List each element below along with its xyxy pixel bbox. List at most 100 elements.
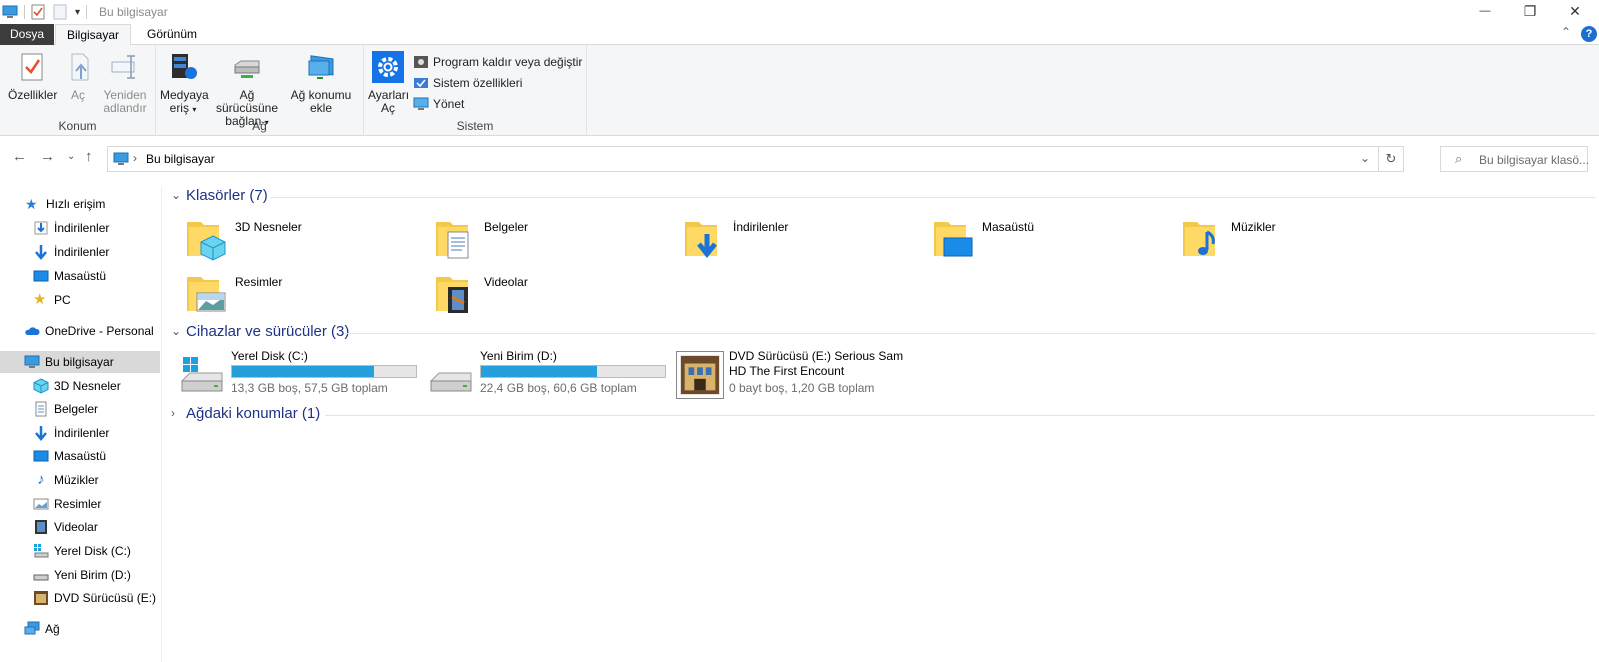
open-icon [71, 53, 89, 81]
sidebar-item-label: İndirilenler [54, 245, 110, 259]
sidebar-item-label: 3D Nesneler [54, 379, 121, 393]
folder-downloads-icon [685, 222, 717, 259]
ribbon-tabs: Dosya Bilgisayar Görünüm ⌃ ? [0, 24, 1599, 46]
tab-dosya[interactable]: Dosya [0, 24, 54, 45]
drive-c[interactable]: Yerel Disk (C:) 13,3 GB boş, 57,5 GB top… [165, 349, 417, 399]
star-icon: ★ [25, 196, 38, 212]
sidebar-item-desktop[interactable]: Masaüstü [0, 445, 160, 467]
drive-dvd-e[interactable]: DVD Sürücüsü (E:) Serious Sam HD The Fir… [663, 349, 923, 399]
section-folders[interactable]: ⌄ Klasörler (7) [165, 187, 1595, 207]
add-network-location-button[interactable]: Ağ konumu ekle [288, 51, 354, 115]
sidebar-item-documents[interactable]: Belgeler [0, 398, 160, 420]
quick-access-toolbar: ▾ [2, 4, 93, 20]
new-folder-qa-icon[interactable] [53, 4, 67, 20]
folder-downloads[interactable]: İndirilenler [663, 214, 903, 262]
sidebar-item-quick-access[interactable]: ★ Hızlı erişim [0, 193, 160, 215]
sidebar-item-label: Videolar [54, 520, 98, 534]
folder-3d-objects[interactable]: 3D Nesneler [165, 214, 405, 262]
media-dropdown-icon: ▾ [192, 105, 197, 114]
forward-arrow-icon[interactable]: → [40, 148, 55, 165]
recent-locations-chevron-icon[interactable]: ⌄ [67, 151, 75, 162]
section-devices[interactable]: ⌄ Cihazlar ve sürücüler (3) [165, 323, 1595, 343]
folder-videos[interactable]: Videolar [414, 269, 654, 317]
video-icon [35, 520, 47, 534]
drive-name: Yerel Disk (C:) [231, 349, 308, 363]
folder-name: Resimler [235, 275, 283, 289]
tab-bilgisayar[interactable]: Bilgisayar [55, 24, 132, 46]
settings-label-2: Aç [380, 101, 395, 115]
system-properties-button[interactable]: Sistem özellikleri [413, 75, 522, 91]
sidebar-item-label: Müzikler [54, 473, 99, 487]
breadcrumb[interactable]: Bu bilgisayar [146, 152, 215, 166]
open-button[interactable]: Aç [64, 51, 92, 102]
up-arrow-icon[interactable]: ↑ [85, 148, 93, 165]
window-title: Bu bilgisayar [99, 5, 168, 19]
drive-icon [33, 574, 49, 581]
back-arrow-icon[interactable]: ← [12, 148, 27, 165]
properties-button[interactable]: Özellikler [8, 51, 58, 102]
chevron-down-icon: ⌄ [171, 324, 182, 338]
manage-button[interactable]: Yönet [413, 96, 464, 112]
customize-qa-dropdown[interactable]: ▾ [75, 7, 80, 18]
sidebar-item-pictures[interactable]: Resimler [0, 493, 160, 515]
sidebar-item-downloads-pinned-2[interactable]: İndirilenler [0, 241, 160, 263]
sidebar-item-pc[interactable]: ★ PC [0, 289, 160, 311]
download-icon [35, 426, 47, 441]
address-bar[interactable]: › Bu bilgisayar ⌄ [107, 146, 1379, 172]
folder-name: Videolar [484, 275, 528, 289]
rename-label-2: adlandır [103, 101, 147, 115]
folder-desktop[interactable]: Masaüstü [912, 214, 1152, 262]
sidebar-item-network[interactable]: Ağ [0, 618, 160, 640]
rename-button[interactable]: Yeniden adlandır [100, 51, 150, 115]
sidebar-item-drive-c[interactable]: Yerel Disk (C:) [0, 540, 160, 562]
address-dropdown-chevron-icon[interactable]: ⌄ [1360, 151, 1370, 165]
sidebar-item-dvd-drive[interactable]: DVD Sürücüsü (E:) Se [0, 587, 160, 609]
media-access-button[interactable]: Medyaya eriş ▾ [160, 51, 209, 116]
close-button[interactable]: ✕ [1552, 0, 1598, 22]
open-settings-button[interactable]: Ayarları Aç [368, 51, 409, 115]
computer-icon [24, 355, 40, 368]
search-box[interactable]: ⌕ Bu bilgisayar klasö... [1440, 146, 1589, 172]
system-properties-label: Sistem özellikleri [433, 76, 523, 90]
picture-icon [33, 498, 49, 510]
group-label-konum: Konum [58, 119, 97, 133]
chevron-right-icon: › [171, 406, 175, 420]
folder-pictures-icon [187, 277, 226, 312]
sidebar-item-3d-objects[interactable]: 3D Nesneler [0, 375, 160, 397]
download-icon [35, 245, 47, 260]
sidebar-item-drive-d[interactable]: Yeni Birim (D:) [0, 564, 160, 586]
network-location-icon [308, 55, 334, 79]
sidebar-item-videos[interactable]: Videolar [0, 516, 160, 538]
uninstall-program-button[interactable]: Program kaldır veya değiştir [413, 54, 582, 70]
network-drive-icon [234, 60, 260, 78]
folder-documents[interactable]: Belgeler [414, 214, 654, 262]
folder-music[interactable]: Müzikler [1161, 214, 1401, 262]
folder-pictures[interactable]: Resimler [165, 269, 405, 317]
tab-gorunum[interactable]: Görünüm [136, 24, 208, 45]
refresh-button[interactable]: ↻ [1379, 146, 1404, 172]
collapse-ribbon-icon[interactable]: ⌃ [1561, 25, 1571, 39]
section-divider [270, 197, 1595, 198]
sidebar-item-label: Yeni Birim (D:) [54, 568, 131, 582]
sidebar-item-label: OneDrive - Personal [45, 324, 154, 338]
properties-label: Özellikler [8, 88, 58, 102]
sidebar-item-music[interactable]: ♪ Müzikler [0, 469, 160, 491]
sidebar-item-desktop-pinned[interactable]: Masaüstü [0, 265, 160, 287]
refresh-icon: ↻ [1385, 151, 1397, 166]
drive-info: 13,3 GB boş, 57,5 GB toplam [231, 381, 388, 395]
section-network-locations[interactable]: › Ağdaki konumlar (1) [165, 405, 1595, 425]
properties-qa-icon[interactable] [31, 4, 45, 20]
drive-d[interactable]: Yeni Birim (D:) 22,4 GB boş, 60,6 GB top… [414, 349, 666, 399]
sidebar-item-onedrive[interactable]: OneDrive - Personal [0, 320, 160, 342]
help-icon[interactable]: ? [1581, 26, 1597, 42]
sidebar-item-downloads[interactable]: İndirilenler [0, 422, 160, 444]
minimize-button[interactable]: — [1462, 0, 1508, 22]
section-divider [345, 333, 1595, 334]
sidebar-item-label: İndirilenler [54, 221, 110, 235]
sidebar-item-this-pc[interactable]: Bu bilgisayar [0, 351, 160, 373]
sidebar-item-downloads-pinned-1[interactable]: İndirilenler [0, 217, 160, 239]
map-network-drive-button[interactable]: Ağ sürücüsüne bağlan ▾ [208, 51, 286, 129]
minimize-icon: — [1479, 5, 1491, 17]
restore-button[interactable]: ❐ [1507, 0, 1553, 22]
drive-name: Yeni Birim (D:) [480, 349, 557, 363]
